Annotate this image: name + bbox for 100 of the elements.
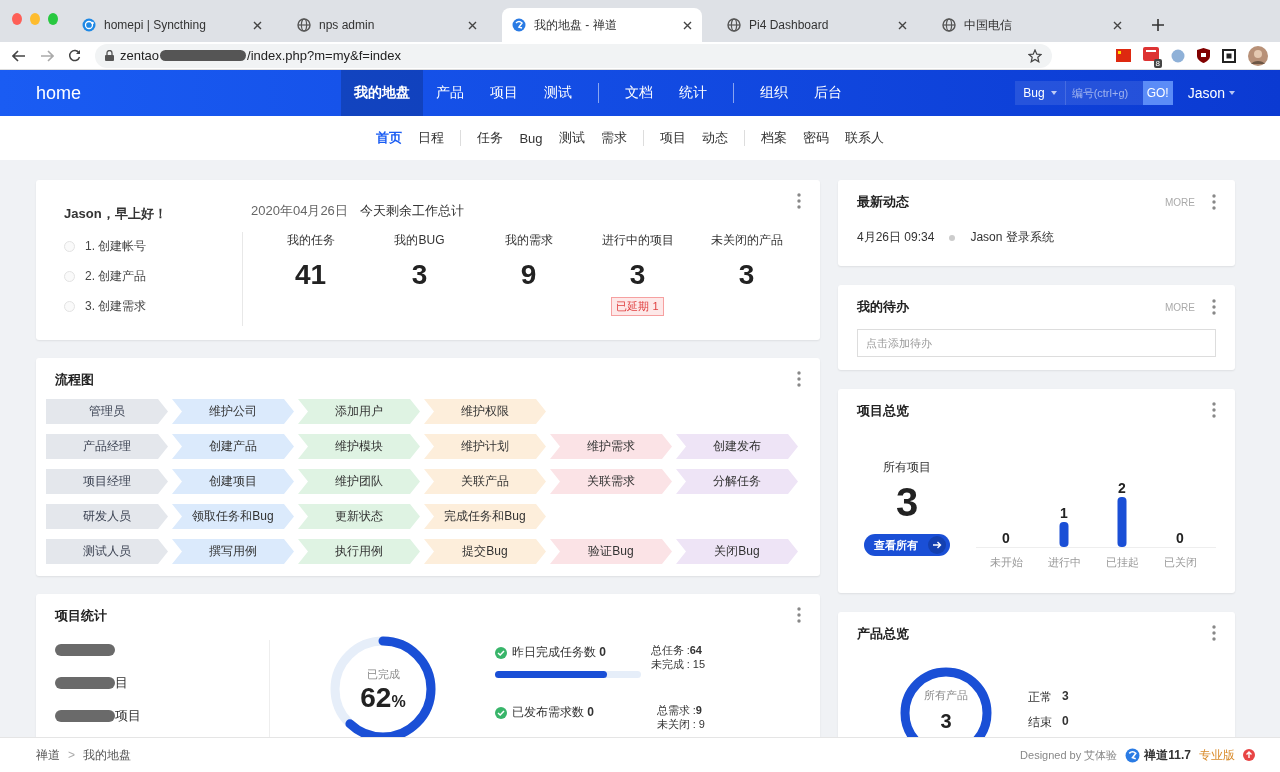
flow-step[interactable]: 关联产品 (424, 469, 546, 494)
close-icon[interactable] (1113, 20, 1122, 30)
close-icon[interactable] (683, 20, 692, 30)
stat-value[interactable]: 41 (294, 259, 327, 291)
view-all-button[interactable]: 查看所有 (864, 534, 950, 556)
more-options-icon[interactable] (797, 370, 801, 387)
flow-step[interactable]: 维护公司 (172, 399, 294, 424)
avatar-icon[interactable] (1248, 45, 1268, 66)
flow-step[interactable]: 维护需求 (550, 434, 672, 459)
activity-text[interactable]: Jason 登录系统 (970, 229, 1054, 246)
total-value: 3 (895, 479, 919, 526)
flow-step[interactable]: 执行用例 (298, 539, 420, 564)
metric-text: 昨日完成任务数 0 (512, 644, 607, 661)
reload-icon[interactable] (68, 49, 81, 62)
circle-icon[interactable] (1171, 48, 1185, 63)
flow-step[interactable]: 撰写用例 (172, 539, 294, 564)
square-icon[interactable] (1222, 48, 1236, 63)
flag-icon[interactable] (1116, 49, 1131, 62)
step-label[interactable]: 3. 创建需求 (85, 298, 147, 315)
stat-value[interactable]: 9 (520, 259, 537, 291)
close-icon[interactable] (898, 20, 907, 30)
stat-value[interactable]: 3 (411, 259, 428, 291)
subnav-item[interactable]: 项目 (651, 129, 694, 147)
more-options-icon[interactable] (1212, 401, 1216, 418)
subnav-item[interactable]: 联系人 (836, 129, 892, 147)
flow-step[interactable]: 维护模块 (298, 434, 420, 459)
search-type-dropdown[interactable]: Bug (1015, 81, 1066, 105)
subnav-item[interactable]: 日程 (410, 129, 453, 147)
browser-tab[interactable]: 我的地盘 - 禅道 (502, 8, 702, 42)
more-options-icon[interactable] (797, 193, 801, 209)
subnav-item[interactable]: 动态 (693, 129, 736, 147)
more-options-icon[interactable] (797, 606, 801, 623)
flow-step[interactable]: 关联需求 (550, 469, 672, 494)
nav-item[interactable]: 产品 (423, 70, 477, 116)
step-label[interactable]: 2. 创建产品 (85, 268, 147, 285)
subnav-item[interactable]: 需求 (592, 129, 635, 147)
close-window-button[interactable] (12, 13, 22, 25)
flow-step[interactable]: 创建产品 (172, 434, 294, 459)
project-name[interactable]: 项目 (115, 707, 141, 725)
upgrade-icon[interactable] (1243, 749, 1255, 761)
flow-step[interactable]: 维护权限 (424, 399, 546, 424)
nav-item[interactable]: 文档 (612, 70, 666, 116)
todo-input-field[interactable]: 点击添加待办 (857, 329, 1216, 357)
value-label: 1 (1060, 505, 1068, 521)
flow-step[interactable]: 关闭Bug (676, 539, 798, 564)
nav-item[interactable]: 项目 (477, 70, 531, 116)
project-name[interactable]: 目 (115, 674, 128, 692)
timeline-dot (949, 234, 956, 241)
caret-icon (1229, 91, 1235, 95)
forward-icon[interactable] (40, 49, 54, 62)
more-options-icon[interactable] (1212, 299, 1216, 315)
browser-tab[interactable]: Pi4 Dashboard (717, 8, 917, 42)
more-options-icon[interactable] (1212, 624, 1216, 641)
flow-step[interactable]: 验证Bug (550, 539, 672, 564)
subnav-item[interactable]: 档案 (752, 129, 795, 147)
search-field[interactable]: 编号(ctrl+g) (1065, 87, 1143, 99)
close-icon[interactable] (468, 20, 477, 30)
subnav-item[interactable]: 任务 (469, 129, 512, 147)
breadcrumb-item[interactable]: 禅道 (36, 746, 60, 764)
flow-step[interactable]: 完成任务和Bug (424, 504, 546, 529)
user-menu[interactable]: Jason (1187, 85, 1235, 101)
nav-item[interactable]: 统计 (666, 70, 720, 116)
step-label[interactable]: 1. 创建帐号 (85, 238, 147, 255)
brand-logo[interactable]: home (0, 82, 341, 104)
subnav-item[interactable]: Bug (511, 130, 551, 146)
nav-item[interactable]: 测试 (531, 70, 585, 116)
stat-value[interactable]: 3 (629, 259, 646, 291)
version-label[interactable]: 禅道11.7 (1144, 746, 1191, 764)
flow-step[interactable]: 更新状态 (298, 504, 420, 529)
flow-step[interactable]: 维护计划 (424, 434, 546, 459)
nav-item[interactable]: 我的地盘 (341, 70, 423, 116)
subnav-item[interactable]: 测试 (550, 129, 593, 147)
bookmark-star-icon[interactable] (1028, 48, 1042, 63)
flow-step[interactable]: 创建发布 (676, 434, 798, 459)
metric-total: 总任务 :64 (650, 644, 703, 657)
flow-step[interactable]: 维护团队 (298, 469, 420, 494)
browser-tab[interactable]: nps admin (287, 8, 487, 42)
stat-value[interactable]: 3 (738, 259, 755, 291)
check-icon (495, 706, 507, 719)
subnav-item[interactable]: 首页 (368, 129, 411, 147)
caret-icon (1050, 91, 1057, 95)
nav-item[interactable]: 后台 (801, 70, 855, 116)
flow-step[interactable]: 分解任务 (676, 469, 798, 494)
back-icon[interactable] (12, 49, 26, 62)
address-bar[interactable]: zentao /index.php?m=my&f=index (95, 43, 1052, 68)
close-icon[interactable] (253, 20, 262, 30)
nav-item[interactable]: 组织 (747, 70, 801, 116)
flow-step[interactable]: 领取任务和Bug (172, 504, 294, 529)
value-label: 0 (1176, 530, 1184, 546)
flow-step[interactable]: 提交Bug (424, 539, 546, 564)
browser-tab[interactable]: homepi | Syncthing (72, 8, 272, 42)
browser-tab[interactable]: 中国电信 (932, 8, 1132, 42)
flow-step[interactable]: 创建项目 (172, 469, 294, 494)
legend-value: 0 (1062, 714, 1069, 730)
more-options-icon[interactable] (1212, 194, 1216, 210)
breadcrumb-item[interactable]: 我的地盘 (83, 746, 131, 764)
flow-step[interactable]: 添加用户 (298, 399, 420, 424)
subnav-item[interactable]: 密码 (794, 129, 837, 147)
shield-icon[interactable] (1197, 48, 1210, 63)
new-tab-icon[interactable] (1152, 19, 1164, 31)
